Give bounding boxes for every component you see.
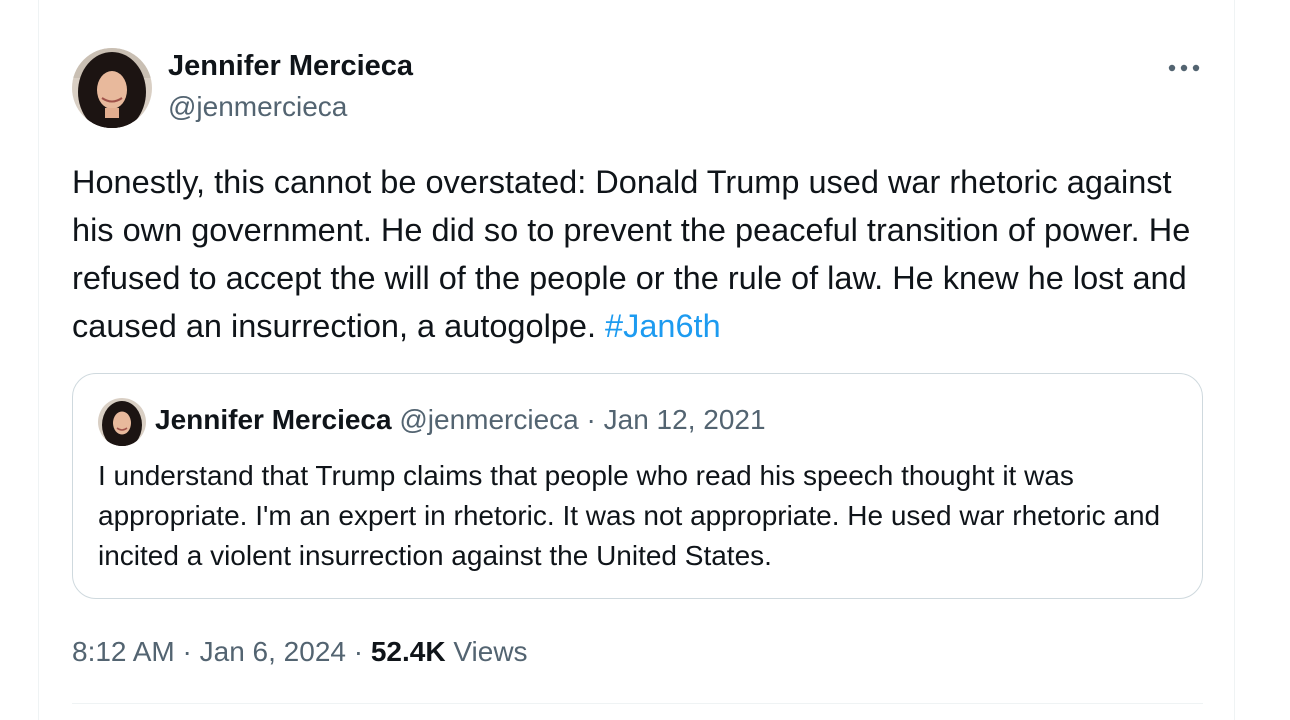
- views-label[interactable]: Views: [453, 636, 527, 667]
- quote-date[interactable]: Jan 12, 2021: [604, 404, 766, 435]
- quote-separator: ·: [586, 404, 596, 435]
- views-count[interactable]: 52.4K: [371, 636, 446, 667]
- footer-separator-2: ·: [353, 636, 364, 667]
- more-options-button[interactable]: [1163, 52, 1205, 84]
- author-name[interactable]: Jennifer Mercieca: [168, 50, 413, 83]
- tweet-time[interactable]: 8:12 AM: [72, 636, 175, 667]
- footer-separator-1: ·: [182, 636, 192, 667]
- author-handle[interactable]: @jenmercieca: [168, 91, 347, 123]
- tweet-date[interactable]: Jan 6, 2024: [200, 636, 346, 667]
- hashtag-link[interactable]: #Jan6th: [605, 308, 721, 344]
- quote-header: Jennifer Mercieca @jenmercieca · Jan 12,…: [155, 402, 766, 438]
- divider: [72, 703, 1203, 704]
- quote-author-name[interactable]: Jennifer Mercieca: [155, 404, 392, 435]
- tweet-card: Jennifer Mercieca @jenmercieca Honestly,…: [38, 0, 1235, 720]
- quote-avatar[interactable]: [98, 398, 146, 446]
- quote-author-handle[interactable]: @jenmercieca: [399, 404, 578, 435]
- tweet-footer: 8:12 AM · Jan 6, 2024 · 52.4K Views: [72, 634, 528, 670]
- tweet-text: Honestly, this cannot be overstated: Don…: [72, 158, 1212, 350]
- quote-text: I understand that Trump claims that peop…: [98, 460, 1161, 571]
- author-avatar[interactable]: [72, 48, 152, 128]
- quoted-tweet[interactable]: Jennifer Mercieca @jenmercieca · Jan 12,…: [72, 373, 1203, 599]
- author-avatar-image: [72, 48, 152, 128]
- more-horizontal-icon: [1168, 64, 1200, 72]
- page: Jennifer Mercieca @jenmercieca Honestly,…: [0, 0, 1290, 720]
- quote-avatar-image: [98, 398, 146, 446]
